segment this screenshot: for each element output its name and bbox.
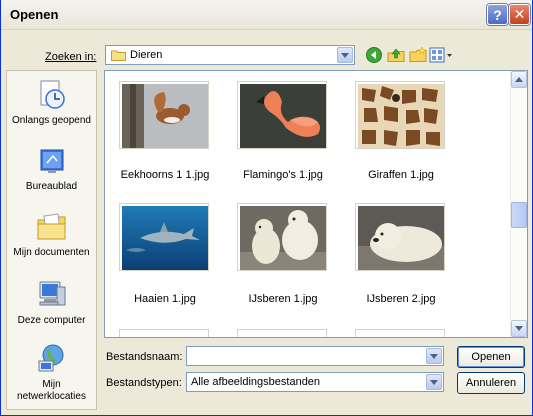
file-thumbnail[interactable]	[237, 81, 327, 149]
new-folder-icon[interactable]	[409, 46, 427, 64]
title-bar[interactable]: Openen ? ✕	[1, 0, 532, 30]
lookin-dropdown[interactable]: Dieren	[105, 45, 355, 65]
open-dialog: Openen ? ✕ Zoeken in: Dieren Onlangs geo…	[0, 0, 533, 416]
file-name[interactable]: IJsberen 2.jpg	[341, 293, 461, 305]
chevron-up-icon	[515, 77, 523, 82]
filename-label: Bestandsnaam:	[106, 351, 183, 363]
place-label: Mijn netwerklocaties	[17, 379, 86, 402]
chevron-down-icon	[515, 326, 523, 331]
squirrel-photo	[122, 84, 208, 148]
flamingo-photo	[240, 84, 326, 148]
file-name[interactable]: Giraffen 1.jpg	[341, 169, 461, 181]
place-network[interactable]: Mijn netwerklocaties	[7, 343, 96, 403]
filename-field[interactable]	[186, 346, 444, 366]
back-icon[interactable]	[365, 46, 383, 64]
help-icon: ?	[493, 6, 502, 23]
file-name[interactable]: IJsberen 1.jpg	[223, 293, 343, 305]
file-name[interactable]: Haaien 1.jpg	[105, 293, 225, 305]
file-thumbnail[interactable]	[355, 329, 445, 337]
polar-bears-photo	[240, 206, 326, 270]
scroll-up-button[interactable]	[511, 71, 527, 88]
chevron-down-icon[interactable]	[337, 47, 353, 63]
place-desktop[interactable]: Bureaublad	[7, 147, 96, 193]
close-icon: ✕	[513, 6, 526, 22]
place-recent[interactable]: Onlangs geopend	[7, 79, 96, 127]
place-label: Onlangs geopend	[12, 115, 91, 126]
filetype-value: Alle afbeeldingsbestanden	[191, 376, 321, 388]
my-documents-icon	[37, 213, 65, 240]
filetype-dropdown[interactable]: Alle afbeeldingsbestanden	[186, 372, 444, 392]
file-name[interactable]: Eekhoorns 1 1.jpg	[105, 169, 225, 181]
file-list[interactable]: Eekhoorns 1 1.jpg Flamingo's 1.jpg Giraf…	[104, 70, 528, 338]
polar-bear-photo	[358, 206, 444, 270]
scroll-down-button[interactable]	[511, 320, 527, 337]
file-thumbnail[interactable]	[119, 203, 209, 271]
file-thumbnail[interactable]	[355, 203, 445, 271]
place-label: Bureaublad	[25, 181, 78, 192]
help-button[interactable]: ?	[487, 4, 508, 25]
file-thumbnail[interactable]	[119, 81, 209, 149]
folder-icon	[111, 50, 126, 61]
chevron-down-icon[interactable]	[426, 348, 442, 364]
lookin-value: Dieren	[130, 49, 163, 61]
file-thumbnail[interactable]	[119, 329, 209, 337]
close-button[interactable]: ✕	[509, 4, 530, 25]
file-thumbnail[interactable]	[237, 329, 327, 337]
lookin-label: Zoeken in:	[45, 51, 97, 63]
places-bar: Onlangs geopend Bureaublad Mijn document…	[6, 70, 97, 410]
filetype-label: Bestandstypen:	[106, 377, 182, 389]
place-label: Mijn documenten	[13, 247, 90, 258]
file-name[interactable]: Flamingo's 1.jpg	[223, 169, 343, 181]
chevron-down-icon[interactable]	[426, 374, 442, 390]
vertical-scrollbar[interactable]	[510, 71, 527, 337]
file-thumbnail[interactable]	[355, 81, 445, 149]
window-title: Openen	[10, 7, 59, 22]
cancel-button[interactable]: Annuleren	[457, 372, 525, 394]
my-computer-icon	[39, 281, 65, 306]
giraffe-photo	[358, 84, 444, 148]
open-button[interactable]: Openen	[457, 346, 525, 368]
place-my-computer[interactable]: Deze computer	[7, 279, 96, 327]
scroll-thumb[interactable]	[511, 202, 527, 228]
shark-photo	[122, 206, 208, 270]
network-places-icon	[38, 344, 63, 372]
up-folder-icon[interactable]	[387, 46, 405, 64]
place-label: Deze computer	[17, 315, 86, 326]
desktop-icon	[40, 149, 63, 173]
recent-documents-icon	[40, 80, 65, 109]
file-thumbnail[interactable]	[237, 203, 327, 271]
place-my-documents[interactable]: Mijn documenten	[7, 211, 96, 259]
view-menu-icon[interactable]	[429, 46, 453, 64]
